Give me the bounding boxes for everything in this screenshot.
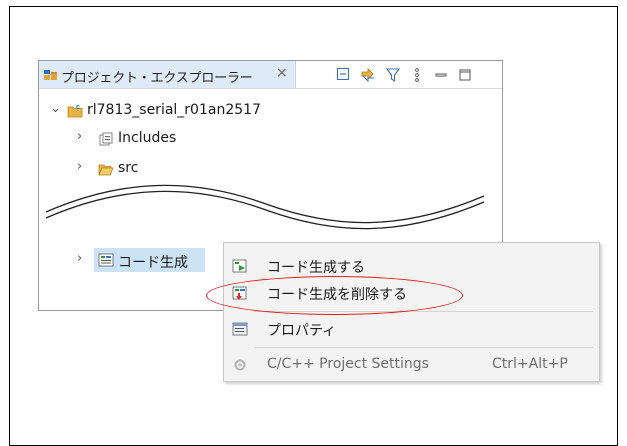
generate-code-icon (232, 259, 247, 273)
tab-title: プロジェクト・エクスプローラー (61, 71, 253, 86)
chevron-right-icon[interactable]: › (77, 251, 82, 266)
properties-icon (232, 322, 248, 336)
view-menu-icon[interactable] (409, 67, 425, 83)
menu-separator (254, 347, 593, 348)
collapse-all-icon[interactable] (336, 67, 352, 83)
properties-label: プロパティ (267, 323, 337, 339)
src-label: src (118, 160, 139, 176)
project-explorer-icon (44, 70, 57, 80)
view-header: プロジェクト・エクスプローラー × (39, 61, 502, 89)
menu-item-delete-generated-code[interactable]: コード生成を削除する (224, 278, 599, 308)
menu-separator (254, 311, 593, 312)
close-icon[interactable]: × (276, 65, 288, 81)
selected-node-code-generator[interactable]: コード生成 (94, 248, 205, 272)
generate-code-label: コード生成する (267, 260, 365, 276)
code-generator-icon (98, 253, 114, 267)
project-settings-icon (234, 359, 246, 371)
includes-icon (99, 132, 113, 146)
delete-generated-code-label: コード生成を削除する (267, 287, 407, 303)
code-generator-label: コード生成 (118, 255, 188, 271)
chevron-right-icon[interactable]: › (77, 159, 82, 174)
omission-wave-divider (45, 184, 485, 230)
menu-item-properties[interactable]: プロパティ (224, 314, 599, 344)
context-menu: コード生成する コード生成を削除する プロパティ C/C++ Project S… (223, 242, 600, 382)
menu-item-project-settings[interactable]: C/C++ Project Settings Ctrl+Alt+P (224, 350, 599, 380)
chevron-down-icon[interactable]: ⌄ (50, 101, 61, 116)
project-settings-shortcut: Ctrl+Alt+P (492, 356, 568, 372)
project-folder-icon: c (67, 104, 83, 118)
tab-project-explorer[interactable]: プロジェクト・エクスプローラー × (39, 61, 296, 88)
includes-label: Includes (118, 130, 177, 146)
maximize-icon[interactable] (457, 67, 473, 83)
tree-row-project[interactable]: ⌄ c rl7813_serial_r01an2517 (50, 100, 310, 122)
link-with-editor-icon[interactable] (360, 67, 376, 83)
minimize-icon[interactable] (433, 67, 449, 83)
project-settings-label: C/C++ Project Settings (267, 356, 429, 372)
delete-generated-code-icon (232, 286, 247, 300)
svg-text:c: c (76, 104, 80, 111)
folder-open-icon (98, 164, 114, 176)
filter-icon[interactable] (385, 67, 401, 83)
menu-item-generate-code[interactable]: コード生成する (224, 251, 599, 281)
chevron-right-icon[interactable]: › (77, 129, 82, 144)
tree-row-includes[interactable]: › Includes (77, 128, 207, 150)
project-label: rl7813_serial_r01an2517 (87, 102, 261, 118)
tree-row-src[interactable]: › src (77, 158, 177, 180)
